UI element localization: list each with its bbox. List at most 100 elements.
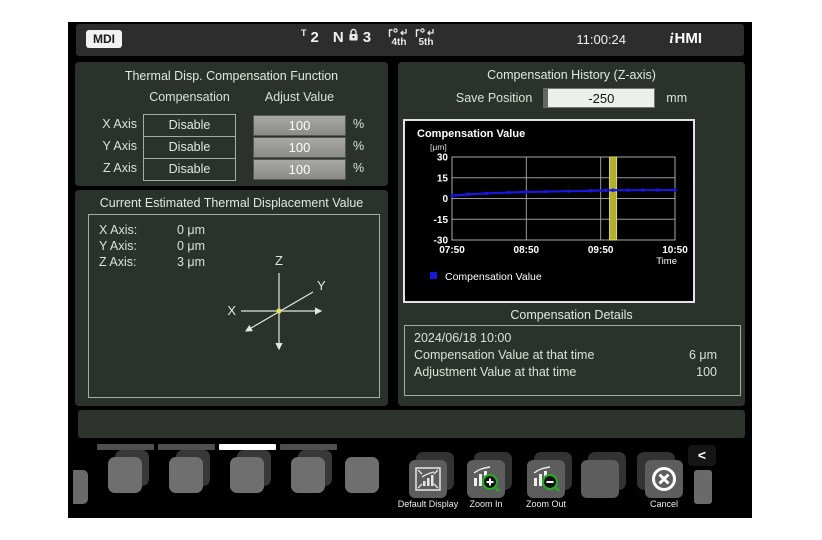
default-display-button[interactable] — [409, 460, 447, 498]
panel-title: Current Estimated Thermal Displacement V… — [75, 196, 388, 210]
estimated-x-label: X Axis: — [99, 223, 177, 237]
axis-badge-4th: 4th — [388, 28, 410, 48]
estimated-displacement-panel: Current Estimated Thermal Displacement V… — [75, 190, 388, 406]
z-axis-compensation-button[interactable]: Disable — [143, 158, 236, 181]
cancel-icon — [650, 465, 678, 493]
details-timestamp: 2024/06/18 10:00 — [414, 330, 731, 347]
col-header-adjust-value: Adjust Value — [253, 90, 346, 104]
zoom-in-icon — [471, 465, 501, 493]
compensation-history-panel: Compensation History (Z-axis) Save Posit… — [398, 62, 745, 406]
toolbar-right-tab[interactable] — [694, 470, 712, 504]
screen-canvas: MDI T2 N 3 4th — [0, 0, 822, 540]
blank-softkey-button[interactable] — [581, 460, 619, 498]
t-label: T — [301, 28, 307, 38]
message-strip — [78, 410, 745, 438]
save-position-input[interactable] — [543, 88, 655, 108]
y-axis-diagram-label: Y — [317, 278, 326, 293]
xyz-axes-diagram: Z X Y — [189, 250, 359, 370]
svg-text:0: 0 — [442, 194, 448, 205]
default-display-label: Default Display — [397, 500, 459, 510]
softkey-button-2[interactable] — [169, 457, 203, 493]
x-axis-adjust-input[interactable] — [253, 115, 346, 136]
axis-badge-label: 5th — [419, 38, 434, 48]
svg-text:Compensation Value: Compensation Value — [445, 271, 542, 283]
softkey-button-4[interactable] — [291, 457, 325, 493]
lock-number: 3 — [363, 29, 371, 46]
details-value-row: Compensation Value at that time 6 μm — [414, 347, 731, 364]
softkey-button-3[interactable] — [230, 457, 264, 493]
save-position-row: Save Position mm — [398, 88, 745, 108]
x-axis-percent: % — [353, 117, 364, 131]
x-axis-label: X Axis — [89, 117, 137, 131]
n-label: N — [333, 29, 344, 46]
svg-text:10:50: 10:50 — [662, 245, 688, 256]
rotary-axis-badges: 4th 5th — [388, 28, 437, 48]
save-position-unit: mm — [666, 91, 687, 105]
rotary-axis-icon — [388, 28, 410, 37]
rotary-axis-icon — [415, 28, 437, 37]
z-axis-percent: % — [353, 161, 364, 175]
details-adjust-value: 100 — [661, 364, 731, 381]
axis-badge-5th: 5th — [415, 28, 437, 48]
estimated-x-value: 0 μm — [177, 223, 205, 237]
back-chevron-button[interactable]: < — [688, 445, 716, 466]
svg-text:09:50: 09:50 — [588, 245, 614, 256]
zoom-out-icon — [531, 465, 561, 493]
z-axis-adjust-input[interactable] — [253, 159, 346, 180]
details-adjust-label: Adjustment Value at that time — [414, 364, 661, 381]
svg-text:08:50: 08:50 — [514, 245, 540, 256]
col-header-compensation: Compensation — [143, 90, 236, 104]
zoom-in-label: Zoom In — [455, 500, 517, 510]
estimated-z-label: Z Axis: — [99, 255, 177, 269]
z-axis-label: Z Axis — [89, 161, 137, 175]
y-axis-label: Y Axis — [89, 139, 137, 153]
details-value: 6 μm — [661, 347, 731, 364]
details-adjust-row: Adjustment Value at that time 100 — [414, 364, 731, 381]
thermal-comp-function-panel: Thermal Disp. Compensation Function Comp… — [75, 62, 388, 186]
clock: 11:00:24 — [576, 32, 626, 47]
estimated-values-box: X Axis:0 μm Y Axis:0 μm Z Axis:3 μm Z X — [88, 214, 380, 398]
svg-text:Compensation Value: Compensation Value — [417, 128, 525, 140]
details-timestamp-row: 2024/06/18 10:00 — [414, 330, 731, 347]
logo-i: i — [669, 31, 673, 47]
default-display-icon — [414, 466, 442, 492]
save-position-label: Save Position — [456, 91, 532, 105]
chart-plot: Compensation Value[μm]30150-15-3007:5008… — [405, 121, 693, 301]
estimated-y-label: Y Axis: — [99, 239, 177, 253]
ihmi-logo: iHMI — [669, 30, 702, 48]
axis-badge-label: 4th — [392, 38, 407, 48]
panel-title: Compensation History (Z-axis) — [398, 68, 745, 82]
compensation-details-box: 2024/06/18 10:00 Compensation Value at t… — [404, 325, 741, 396]
zoom-out-label: Zoom Out — [515, 500, 577, 510]
zoom-out-button[interactable] — [527, 460, 565, 498]
compensation-history-chart: Compensation Value[μm]30150-15-3007:5008… — [403, 119, 695, 303]
x-axis-compensation-button[interactable]: Disable — [143, 114, 236, 137]
y-axis-compensation-button[interactable]: Disable — [143, 136, 236, 159]
cancel-button[interactable] — [645, 460, 683, 498]
softkey-button-5[interactable] — [345, 457, 379, 493]
app-window: MDI T2 N 3 4th — [68, 22, 752, 518]
mode-badge[interactable]: MDI — [86, 30, 122, 48]
logo-hmi: HMI — [675, 30, 703, 47]
toolbar-left-tab[interactable] — [73, 470, 88, 504]
estimated-x-row: X Axis:0 μm — [99, 223, 205, 237]
x-axis-diagram-label: X — [227, 303, 236, 318]
tool-status: T2 N 3 — [301, 29, 371, 46]
top-status-bar: MDI T2 N 3 4th — [76, 24, 744, 56]
panel-title: Thermal Disp. Compensation Function — [75, 69, 388, 83]
lock-icon — [348, 28, 359, 42]
svg-text:Time: Time — [656, 256, 677, 267]
details-value-label: Compensation Value at that time — [414, 347, 661, 364]
softkey-button-1[interactable] — [108, 457, 142, 493]
svg-text:[μm]: [μm] — [430, 142, 447, 152]
z-axis-diagram-label: Z — [275, 253, 283, 268]
y-axis-percent: % — [353, 139, 364, 153]
zoom-in-button[interactable] — [467, 460, 505, 498]
svg-text:30: 30 — [437, 153, 449, 164]
details-title: Compensation Details — [398, 308, 745, 322]
svg-text:07:50: 07:50 — [439, 245, 465, 256]
svg-text:15: 15 — [437, 173, 449, 184]
t-number: 2 — [311, 29, 319, 46]
y-axis-adjust-input[interactable] — [253, 137, 346, 158]
cancel-label: Cancel — [633, 500, 695, 510]
